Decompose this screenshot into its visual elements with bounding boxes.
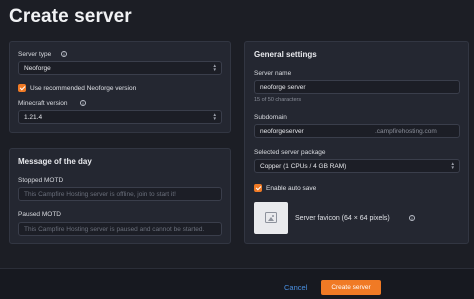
minecraft-version-value: 1.21.4	[24, 114, 43, 121]
general-settings-panel: General settings Server name neoforge se…	[244, 41, 469, 244]
info-icon[interactable]: i	[80, 100, 86, 106]
image-placeholder-icon	[265, 212, 277, 223]
stopped-motd-input[interactable]: This Campfire Hosting server is offline,…	[18, 187, 222, 201]
auto-save-label: Enable auto save	[266, 185, 317, 192]
motd-panel: Message of the day Stopped MOTD This Cam…	[9, 148, 231, 244]
server-package-select[interactable]: Copper (1 CPUs / 4 GB RAM) ▲ ▼	[254, 159, 460, 173]
footer-bar: Cancel Create server	[0, 268, 474, 299]
info-icon[interactable]: i	[409, 215, 415, 221]
stopped-motd-label: Stopped MOTD	[18, 177, 64, 184]
select-arrows-icon: ▲ ▼	[212, 112, 217, 121]
auto-save-checkbox[interactable]	[254, 184, 262, 192]
page-title: Create server	[9, 6, 132, 27]
use-recommended-label: Use recommended Neoforge version	[30, 85, 137, 92]
server-type-value: Neoforge	[24, 65, 51, 72]
minecraft-version-label: Minecraft version	[18, 100, 68, 107]
server-type-panel: Server type i Neoforge ▲ ▼ Use recommende…	[9, 41, 231, 133]
info-icon[interactable]: i	[61, 51, 67, 57]
cancel-button[interactable]: Cancel	[284, 283, 307, 292]
server-name-input[interactable]: neoforge server	[254, 80, 460, 94]
server-name-label: Server name	[254, 70, 292, 77]
select-arrows-icon: ▲ ▼	[212, 63, 217, 72]
server-package-value: Copper (1 CPUs / 4 GB RAM)	[260, 163, 347, 170]
favicon-upload[interactable]	[254, 202, 288, 234]
favicon-label: Server favicon (64 × 64 pixels)	[295, 215, 390, 222]
select-arrows-icon: ▲ ▼	[450, 161, 455, 170]
create-server-button[interactable]: Create server	[321, 280, 381, 295]
subdomain-label: Subdomain	[254, 114, 287, 121]
general-settings-heading: General settings	[254, 50, 317, 59]
minecraft-version-select[interactable]: 1.21.4 ▲ ▼	[18, 110, 222, 124]
server-type-label: Server type	[18, 51, 52, 58]
server-name-counter: 15 of 50 characters	[254, 97, 302, 103]
create-server-page: Create server Server type i Neoforge ▲ ▼ …	[0, 0, 474, 299]
subdomain-value: neoforgeserver	[260, 128, 304, 135]
paused-motd-input[interactable]: This Campfire Hosting server is paused a…	[18, 222, 222, 236]
server-type-select[interactable]: Neoforge ▲ ▼	[18, 61, 222, 75]
subdomain-suffix: .campfirehosting.com	[375, 128, 437, 135]
use-recommended-checkbox[interactable]	[18, 84, 26, 92]
paused-motd-label: Paused MOTD	[18, 211, 61, 218]
motd-heading: Message of the day	[18, 157, 92, 166]
server-package-label: Selected server package	[254, 149, 326, 156]
